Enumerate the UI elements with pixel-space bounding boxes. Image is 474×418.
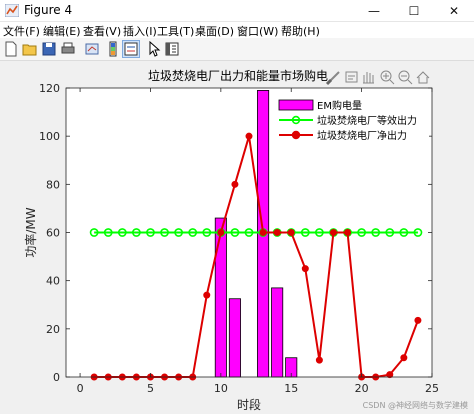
zoom-in-icon[interactable]: [380, 70, 395, 85]
matlab-app-icon: [5, 4, 19, 17]
open-file-icon[interactable]: [22, 41, 38, 57]
insert-colorbar-icon[interactable]: [105, 41, 121, 57]
maximize-button[interactable]: ☐: [394, 0, 434, 21]
menu-edit[interactable]: 编辑(E): [43, 23, 81, 39]
y-tick-label: 60: [46, 227, 60, 240]
data-point: [273, 229, 281, 236]
close-button[interactable]: ✕: [434, 0, 474, 21]
menu-desktop[interactable]: 桌面(D): [195, 23, 234, 39]
x-tick-label: 20: [355, 382, 369, 395]
legend-label: EM购电量: [317, 99, 362, 112]
home-icon[interactable]: [416, 71, 430, 84]
legend-label: 垃圾焚烧电厂等效出力: [317, 114, 417, 127]
new-figure-icon[interactable]: [3, 41, 19, 57]
pan-hand-icon[interactable]: [363, 72, 374, 84]
chart-title: 垃圾焚烧电厂出力和能量市场购电: [148, 68, 328, 83]
legend-label: 垃圾焚烧电厂净出力: [317, 129, 407, 142]
y-tick-label: 80: [46, 178, 60, 191]
legend-marker: [291, 130, 301, 140]
menu-bar: 文件(F) 编辑(E) 查看(V) 插入(I) 工具(T) 桌面(D) 窗口(W…: [0, 22, 474, 38]
insert-legend-icon[interactable]: [122, 40, 140, 58]
y-tick-label: 20: [46, 323, 60, 336]
y-tick-label: 120: [39, 82, 60, 95]
data-point: [344, 229, 352, 236]
data-point: [414, 316, 422, 324]
axes-toolbar: [325, 70, 430, 86]
y-axis-label: 功率/MW: [23, 207, 38, 257]
data-point: [231, 180, 239, 188]
menu-insert[interactable]: 插入(I): [123, 23, 157, 39]
watermark: CSDN @神经网络与数学建模: [362, 401, 468, 410]
x-tick-label: 10: [214, 382, 228, 395]
print-icon[interactable]: [60, 41, 76, 57]
minimize-button[interactable]: —: [354, 0, 394, 21]
x-tick-label: 15: [284, 382, 298, 395]
minimize-icon: —: [368, 3, 380, 18]
data-point: [287, 229, 295, 236]
window-title: Figure 4: [24, 3, 73, 17]
bar: [228, 298, 241, 378]
x-tick-label: 25: [425, 382, 439, 395]
y-tick-label: 100: [39, 130, 60, 143]
x-tick-label: 5: [147, 382, 154, 395]
data-point: [329, 229, 337, 236]
data-point: [259, 229, 267, 236]
plot-svg: 垃圾焚烧电厂出力和能量市场购电 0 5 10 15 20 25 0 20 40 60 80 100 120…: [23, 68, 439, 412]
menu-window[interactable]: 窗口(W): [237, 23, 278, 39]
menu-help[interactable]: 帮助(H): [281, 23, 320, 39]
save-icon[interactable]: [41, 41, 57, 57]
data-point: [217, 229, 225, 236]
figure-toolbar: [0, 38, 474, 61]
data-point: [400, 354, 408, 362]
close-icon: ✕: [448, 3, 460, 18]
menu-tools[interactable]: 工具(T): [157, 23, 194, 39]
data-point: [301, 265, 309, 273]
bar: [271, 287, 284, 378]
maximize-icon: ☐: [408, 3, 420, 18]
data-point: [203, 291, 211, 299]
link-axes-icon[interactable]: [84, 41, 100, 57]
x-tick-label: 0: [77, 382, 84, 395]
menu-view[interactable]: 查看(V): [83, 23, 121, 39]
x-axis-label: 时段: [237, 397, 261, 412]
data-point: [315, 356, 323, 364]
window-titlebar: Figure 4 — ☐ ✕: [0, 0, 474, 22]
legend-swatch: [278, 99, 314, 111]
brush-icon[interactable]: [325, 71, 340, 86]
figure-canvas: 垃圾焚烧电厂出力和能量市场购电 0 5 10 15 20 25 0 20 40 60 80 100 120…: [0, 61, 474, 414]
zoom-out-icon[interactable]: [398, 70, 413, 85]
bar: [214, 217, 227, 378]
menu-file[interactable]: 文件(F): [3, 23, 40, 39]
y-tick-label: 40: [46, 275, 60, 288]
chart-area: 垃圾焚烧电厂出力和能量市场购电 0 5 10 15 20 25 0 20 40 60 80 100 120…: [23, 68, 439, 412]
property-inspector-icon[interactable]: [164, 41, 180, 57]
edit-plot-arrow-icon[interactable]: [146, 41, 162, 57]
data-tips-icon[interactable]: [345, 71, 358, 83]
data-point: [245, 132, 253, 140]
y-tick-label: 0: [53, 371, 60, 384]
